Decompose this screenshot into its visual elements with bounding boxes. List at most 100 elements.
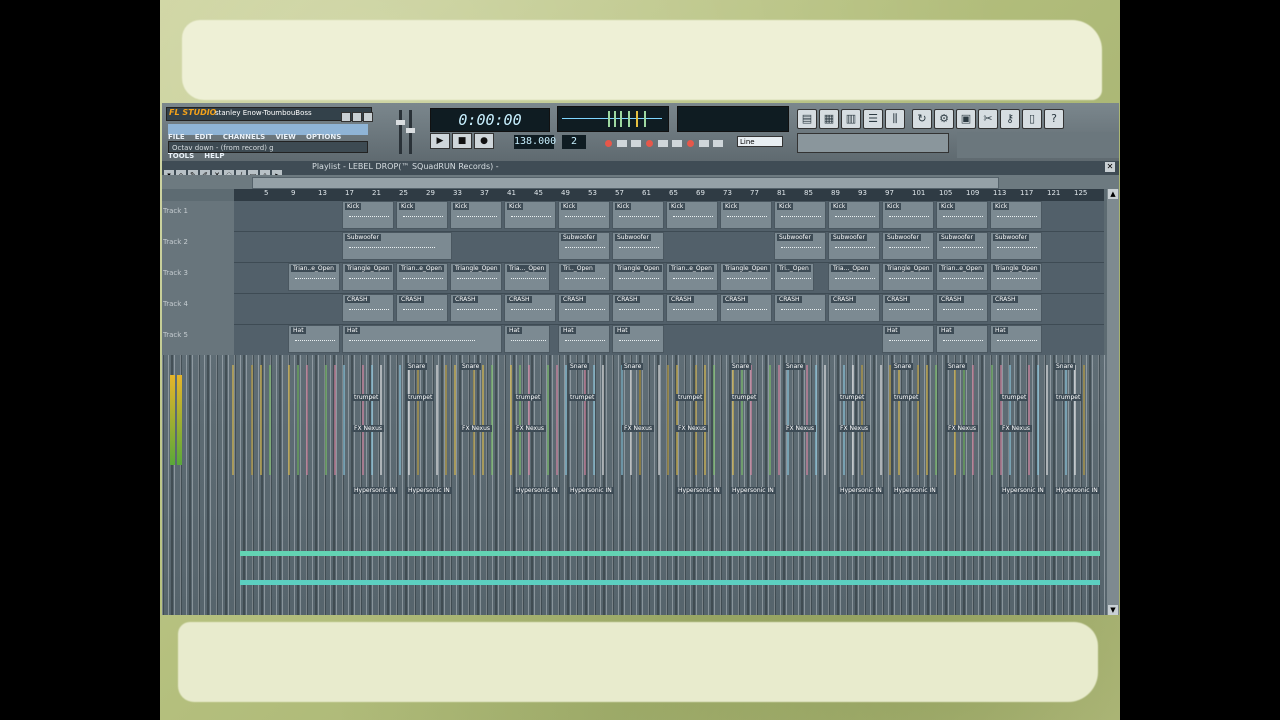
pattern-clip[interactable]: Kick [774,201,826,229]
pattern-clip[interactable]: Subwoofer [612,232,664,260]
pattern-clip[interactable]: Tria..._Open [504,263,550,291]
track-1-lane[interactable]: Kick Kick Kick Kick Kick Kick Kick Kick Kick Kick… [234,201,1104,232]
pattern-clip[interactable]: Subwoofer [990,232,1042,260]
menu-channels[interactable]: CHANNELS [223,133,265,141]
pattern-clip[interactable]: Subwoofer [774,232,826,260]
step-button[interactable] [617,140,627,147]
pattern-clip[interactable]: CRASH [504,294,556,322]
step-sequencer-icon[interactable]: ▦ [819,109,839,129]
track-3-lane[interactable]: Trian..e_Open Triangle_Open Trian..e_Open T… [234,263,1104,294]
record-icon[interactable]: ● [474,133,494,149]
pattern-clip[interactable]: Triangle_Open [990,263,1042,291]
volume-knob[interactable] [396,120,405,125]
pattern-clip[interactable]: Subwoofer [828,232,880,260]
automation-clip[interactable] [240,551,1100,556]
pattern-clip[interactable]: Hat [612,325,664,353]
pattern-clip[interactable]: Kick [882,201,934,229]
pattern-clip[interactable]: Hat [558,325,610,353]
pattern-clip[interactable]: CRASH [450,294,502,322]
close-icon[interactable] [363,112,373,122]
pattern-clip[interactable]: CRASH [558,294,610,322]
pattern-clip[interactable]: Kick [342,201,394,229]
pattern-clip[interactable]: Kick [666,201,718,229]
pattern-clip[interactable]: Trian..e_Open [666,263,718,291]
pattern-clip[interactable]: Triangle_Open [882,263,934,291]
pattern-clip[interactable]: Triangle_Open [342,263,394,291]
track-2-lane[interactable]: Subwoofer Subwoofer Subwoofer Subwoofer Subw… [234,232,1104,263]
snap-select[interactable]: Line [737,136,783,147]
step-button[interactable] [658,140,668,147]
pattern-clip[interactable]: Kick [450,201,502,229]
pattern-clip[interactable]: Hat [882,325,934,353]
stop-icon[interactable]: ■ [452,133,472,149]
pattern-clip[interactable]: Tri.._Open [774,263,814,291]
pitch-knob[interactable] [406,128,415,133]
pattern-clip[interactable]: Triangle_Open [720,263,772,291]
browser-icon[interactable]: ☰ [863,109,883,129]
master-volume-pitch[interactable] [395,108,417,156]
pattern-clip[interactable]: CRASH [936,294,988,322]
pattern-clip[interactable]: CRASH [882,294,934,322]
cut-icon[interactable]: ✂ [978,109,998,129]
track-5-lane[interactable]: Hat Hat Hat Hat Hat Hat Hat Hat [234,325,1104,356]
pattern-clip[interactable]: Trian..e_Open [396,263,448,291]
tempo-display[interactable]: 138.000 [514,135,556,149]
pattern-clip[interactable]: CRASH [396,294,448,322]
step-button[interactable] [672,140,682,147]
menu-edit[interactable]: EDIT [195,133,213,141]
record-led-icon[interactable] [687,140,694,147]
mixer-icon[interactable]: ⫼ [885,109,905,129]
pattern-clip[interactable]: Subwoofer [936,232,988,260]
pattern-clip[interactable]: Hat [342,325,502,353]
pattern-clip[interactable]: Kick [936,201,988,229]
menu-file[interactable]: FILE [168,133,185,141]
pattern-clip[interactable]: Hat [288,325,340,353]
minimize-icon[interactable] [341,112,351,122]
track-1-name[interactable]: Track 1 [163,207,233,237]
document-icon[interactable]: ▯ [1022,109,1042,129]
time-display[interactable]: 0:00:00 [430,108,550,132]
track-4-lane[interactable]: CRASH CRASH CRASH CRASH CRASH CRASH CRASH CRASH… [234,294,1104,325]
pattern-clip[interactable]: Hat [990,325,1042,353]
pattern-clip[interactable]: Kick [612,201,664,229]
pattern-clip[interactable]: Trian..e_Open [936,263,988,291]
pattern-clip[interactable]: Subwoofer [342,232,452,260]
playlist-horizontal-scroll[interactable] [162,175,1119,189]
pattern-clip[interactable]: Kick [504,201,556,229]
automation-clip[interactable] [240,580,1100,585]
track-3-name[interactable]: Track 3 [163,269,233,299]
save-icon[interactable]: ▣ [956,109,976,129]
pattern-clip[interactable]: Kick [396,201,448,229]
pattern-clip[interactable]: CRASH [342,294,394,322]
pattern-clip[interactable]: Kick [828,201,880,229]
pattern-clip[interactable]: Kick [720,201,772,229]
pattern-clip[interactable]: Subwoofer [558,232,610,260]
pattern-selector[interactable]: 2 [562,135,586,149]
refresh-icon[interactable]: ↻ [912,109,932,129]
pattern-clip[interactable]: Hat [936,325,988,353]
scroll-up-icon[interactable]: ▲ [1108,189,1118,199]
timeline-ruler[interactable]: 5 9 13 17 21 25 29 33 37 41 45 49 53 57 61 65 69 73 77 81 85… [234,189,1104,201]
pattern-clip[interactable]: Subwoofer [882,232,934,260]
piano-roll-icon[interactable]: ▥ [841,109,861,129]
step-button[interactable] [713,140,723,147]
pattern-clip[interactable]: CRASH [774,294,826,322]
help-icon[interactable]: ? [1044,109,1064,129]
pattern-clip[interactable]: CRASH [666,294,718,322]
step-button[interactable] [699,140,709,147]
pattern-clip[interactable]: CRASH [612,294,664,322]
pattern-clip[interactable]: Tri.._Open [558,263,610,291]
scroll-thumb[interactable] [252,177,999,189]
pattern-clip[interactable]: Kick [990,201,1042,229]
maximize-icon[interactable] [352,112,362,122]
track-4-name[interactable]: Track 4 [163,300,233,330]
pattern-clip[interactable]: CRASH [828,294,880,322]
playlist-vertical-scroll[interactable]: ▲ ▼ [1107,189,1119,615]
track-2-name[interactable]: Track 2 [163,238,233,268]
playlist-icon[interactable]: ▤ [797,109,817,129]
menu-options[interactable]: OPTIONS [306,133,341,141]
output-box[interactable] [797,133,949,153]
menu-view[interactable]: VIEW [275,133,296,141]
close-icon[interactable]: ✕ [1105,162,1115,172]
record-led-icon[interactable] [646,140,653,147]
